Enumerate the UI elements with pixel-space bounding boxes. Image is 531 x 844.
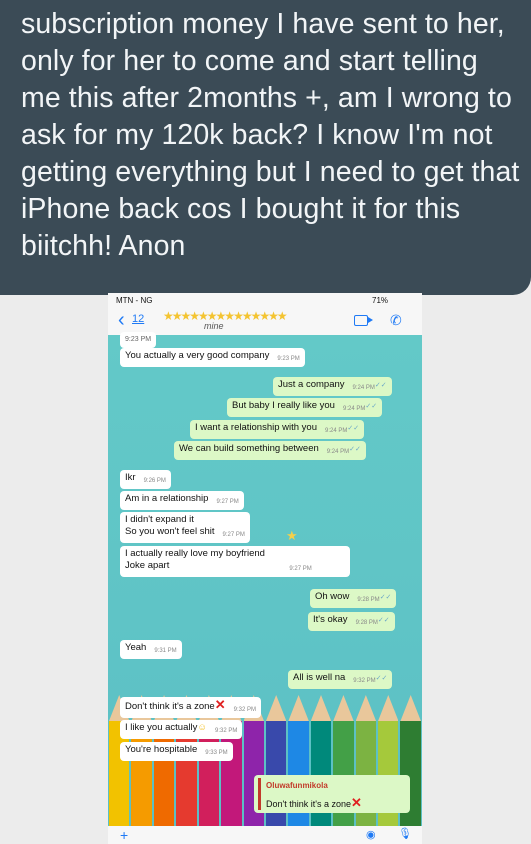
message-text: You're hospitable [125, 744, 198, 755]
message-time: 9:32 PM [215, 728, 238, 734]
message-15: I like you actually☺ 9:32 PM [120, 720, 243, 739]
message-11: It's okay 9:28 PM✓✓ [308, 612, 395, 631]
message-6: Ikr 9:26 PM [120, 470, 171, 489]
message-time: 9:23 PM [277, 356, 300, 362]
red-x-emoji-icon: ✕ [214, 697, 226, 712]
pencil-shape [400, 695, 421, 844]
star-emoji-icon: ★ [286, 528, 298, 543]
pencil-shape [333, 695, 354, 844]
quote-bar [258, 778, 261, 810]
message-8: I didn't expand it So you won't feel shi… [120, 512, 250, 543]
message-text: Just a company [278, 379, 345, 390]
message-10: Oh wow 9:28 PM✓✓ [310, 589, 397, 608]
message-4: I want a relationship with you 9:24 PM✓✓ [190, 420, 365, 439]
message-time: 9:27 PM [222, 532, 245, 538]
message-text: But baby I really like you [232, 400, 335, 411]
red-x-emoji-icon: ✕ [350, 795, 362, 810]
caption-text: subscription money I have sent to her, o… [21, 8, 520, 262]
message-time: 9:27 PM [216, 499, 239, 505]
battery-label: 71% [372, 296, 389, 305]
pencil-shape [310, 695, 332, 844]
message-12: Yeah 9:31 PM [120, 640, 182, 659]
quote-text: Don't think it's a zone✕ [266, 795, 362, 810]
message-13: All is well na 9:32 PM✓✓ [288, 670, 393, 689]
carrier-label: MTN - NG [116, 296, 153, 305]
message-7: Am in a relationship 9:27 PM [120, 491, 244, 510]
quoted-reply[interactable]: Oluwafunmikola Don't think it's a zone✕ [254, 775, 410, 813]
message-text: I like you actually [125, 722, 198, 733]
smiley-emoji-icon: ☺ [197, 722, 208, 733]
input-bar[interactable]: + ◉ 🎙 [108, 826, 422, 844]
read-tick-icon: ✓✓ [365, 403, 378, 410]
prev-time: 9:23 PM [120, 332, 157, 348]
pencil-shape [378, 695, 399, 844]
status-bar: MTN - NG 71% [108, 293, 422, 307]
message-text: Yeah [125, 642, 147, 653]
message-14: Don't think it's a zone✕ 9:32 PM [120, 697, 261, 718]
message-time: 9:24 PM [324, 428, 348, 434]
message-time: 9:26 PM [143, 478, 166, 484]
pencil-shape [288, 695, 309, 844]
message-16: You're hospitable 9:33 PM [120, 742, 233, 761]
message-text: All is well na [293, 672, 346, 683]
read-tick-icon: ✓✓ [377, 617, 390, 624]
message-2: Just a company 9:24 PM✓✓ [273, 377, 392, 396]
message-text: Am in a relationship [125, 493, 209, 504]
message-text: I want a relationship with you [195, 422, 317, 433]
message-time: 9:32 PM [353, 678, 376, 684]
message-9: I actually really love my boyfriend Joke… [120, 546, 350, 577]
phone-call-icon[interactable]: ✆ [390, 312, 402, 329]
message-time: 9:24 PM [342, 406, 366, 412]
message-time: 9:33 PM [205, 750, 228, 756]
message-text: Don't think it's a zone [125, 701, 215, 712]
message-text: So you won't feel shit [125, 526, 215, 537]
message-1: You actually a very good company 9:23 PM [120, 348, 305, 367]
pencil-shape [355, 695, 377, 844]
message-text: It's okay [313, 614, 348, 625]
mic-icon[interactable]: 🎙 [398, 827, 412, 840]
message-text: Ikr [125, 472, 136, 483]
chat-screenshot: MTN - NG 71% ‹ 12 ★★★★★★★★★★★★★★ mine ✆ … [108, 293, 422, 844]
message-time: 9:32 PM [233, 707, 256, 713]
back-count[interactable]: 12 [132, 313, 144, 325]
chat-header: ‹ 12 ★★★★★★★★★★★★★★ mine ✆ [108, 307, 422, 336]
message-time: 9:24 PM [326, 449, 350, 455]
message-text: We can build something between [179, 443, 319, 454]
message-text: Joke apart [125, 560, 170, 571]
contact-name[interactable]: mine [204, 321, 224, 331]
plus-icon[interactable]: + [120, 827, 128, 843]
stickers-emoji: ★★★★★★★★★★★★★★ [163, 309, 288, 323]
message-time: 9:28 PM [355, 620, 378, 626]
message-text: I didn't expand it [125, 514, 194, 525]
message-3: But baby I really like you 9:24 PM✓✓ [227, 398, 383, 417]
read-tick-icon: ✓✓ [349, 446, 361, 453]
read-tick-icon: ✓✓ [374, 382, 387, 389]
quote-author: Oluwafunmikola [266, 781, 328, 790]
back-chevron-icon[interactable]: ‹ [118, 310, 125, 330]
read-tick-icon: ✓✓ [379, 594, 392, 601]
chat-area: 9:23 PM You actually a very good company… [108, 332, 422, 844]
message-time: 9:31 PM [154, 648, 177, 654]
message-text: I actually really love my boyfriend [125, 548, 265, 559]
message-time: 9:27 PM [289, 566, 312, 572]
message-time: 9:24 PM [352, 385, 375, 391]
read-tick-icon: ✓✓ [347, 425, 360, 432]
story-caption: subscription money I have sent to her, o… [0, 0, 531, 295]
message-time: 9:28 PM [357, 597, 380, 603]
read-tick-icon: ✓✓ [375, 675, 388, 682]
video-call-icon[interactable] [354, 315, 373, 326]
camera-icon[interactable]: ◉ [366, 828, 376, 841]
message-5: We can build something between 9:24 PM✓✓ [174, 441, 366, 460]
pencil-shape [265, 695, 287, 844]
message-text: You actually a very good company [125, 350, 270, 361]
message-text: Oh wow [315, 591, 350, 602]
